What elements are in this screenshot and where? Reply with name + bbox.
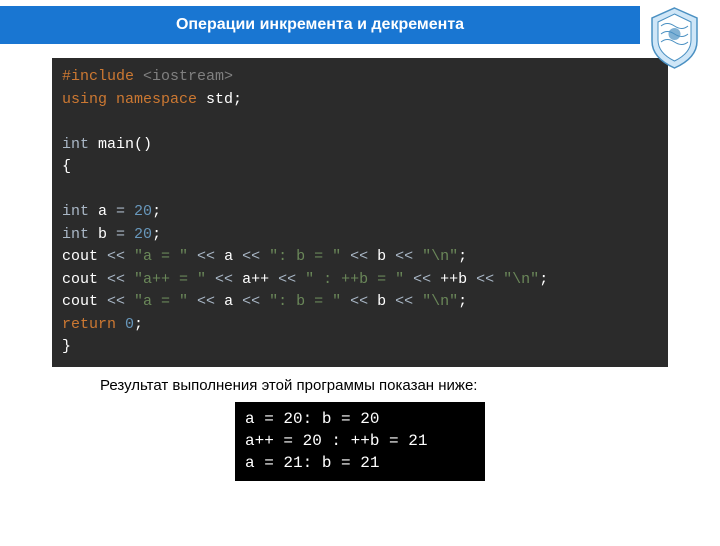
- code-line: int b = 20;: [62, 224, 658, 247]
- code-line: {: [62, 156, 658, 179]
- header-bar: Операции инкремента и декремента: [0, 6, 640, 44]
- output-line: a = 20: b = 20: [245, 408, 475, 430]
- output-block: a = 20: b = 20a++ = 20 : ++b = 21a = 21:…: [235, 402, 485, 481]
- code-block: #include <iostream>using namespace std; …: [52, 58, 668, 367]
- result-caption: Результат выполнения этой программы пока…: [100, 377, 720, 394]
- code-line: [62, 179, 658, 202]
- code-line: [62, 111, 658, 134]
- code-line: int a = 20;: [62, 201, 658, 224]
- emblem-icon: [647, 6, 702, 71]
- page-title: Операции инкремента и декремента: [176, 16, 464, 34]
- code-line: cout << "a++ = " << a++ << " : ++b = " <…: [62, 269, 658, 292]
- output-line: a = 21: b = 21: [245, 452, 475, 474]
- code-line: cout << "a = " << a << ": b = " << b << …: [62, 291, 658, 314]
- output-line: a++ = 20 : ++b = 21: [245, 430, 475, 452]
- code-line: using namespace std;: [62, 89, 658, 112]
- code-line: return 0;: [62, 314, 658, 337]
- code-line: }: [62, 336, 658, 359]
- code-line: #include <iostream>: [62, 66, 658, 89]
- code-line: int main(): [62, 134, 658, 157]
- code-line: cout << "a = " << a << ": b = " << b << …: [62, 246, 658, 269]
